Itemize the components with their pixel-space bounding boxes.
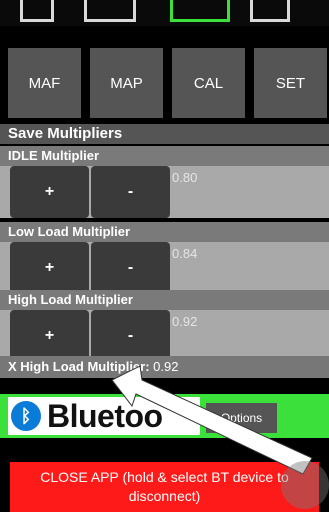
low-minus-button[interactable]: - [91, 242, 170, 294]
idle-multiplier-value: 0.80 [172, 170, 198, 185]
top-logo-glyph [170, 0, 230, 22]
idle-multiplier-label: IDLE Multiplier [0, 146, 329, 166]
top-logo-glyph [250, 0, 290, 22]
options-button[interactable]: Options [206, 403, 277, 433]
tab-maf[interactable]: MAF [8, 48, 81, 118]
low-load-multiplier-row: + - 0.84 [0, 242, 329, 294]
tab-cal[interactable]: CAL [172, 48, 245, 118]
tab-map[interactable]: MAP [90, 48, 163, 118]
x-high-load-multiplier-label: X High Load Multiplier: [8, 359, 150, 374]
low-load-multiplier-label: Low Load Multiplier [0, 222, 329, 242]
tab-bar: MAF MAP CAL SET [8, 48, 329, 118]
tab-set[interactable]: SET [254, 48, 327, 118]
high-minus-button[interactable]: - [91, 310, 170, 362]
high-load-multiplier-value: 0.92 [172, 314, 198, 329]
x-high-load-multiplier: X High Load Multiplier: 0.92 [0, 356, 329, 378]
high-load-multiplier-row: + - 0.92 [0, 310, 329, 362]
idle-plus-button[interactable]: + [10, 166, 89, 218]
idle-multiplier-row: + - 0.80 [0, 166, 329, 218]
low-plus-button[interactable]: + [10, 242, 89, 294]
save-multipliers-title[interactable]: Save Multipliers [0, 124, 329, 144]
high-load-multiplier-label: High Load Multiplier [0, 290, 329, 310]
top-status-bar [0, 0, 329, 26]
bluetooth-icon: ᛒ [11, 401, 41, 431]
low-load-multiplier-value: 0.84 [172, 246, 198, 261]
close-app-button[interactable]: CLOSE APP (hold & select BT device to di… [10, 462, 319, 512]
x-high-load-multiplier-value: 0.92 [153, 359, 179, 374]
bluetooth-label: Bluetoo [47, 397, 163, 434]
top-logo-glyph [20, 0, 54, 22]
top-logo-glyph [84, 0, 136, 22]
high-plus-button[interactable]: + [10, 310, 89, 362]
idle-minus-button[interactable]: - [91, 166, 170, 218]
bluetooth-button[interactable]: ᛒ Bluetoo [8, 397, 200, 435]
